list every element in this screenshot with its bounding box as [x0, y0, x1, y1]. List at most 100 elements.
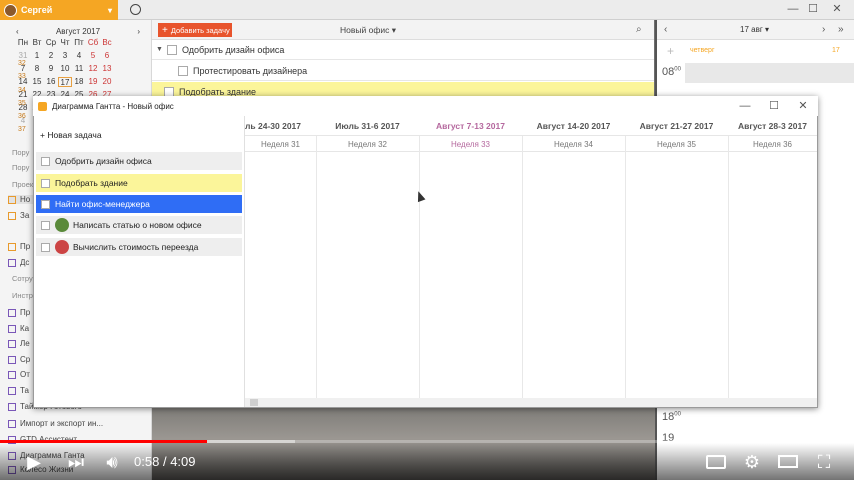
sidebar-item[interactable]: Пору — [12, 148, 29, 157]
sidebar-item[interactable]: Импорт и экспорт ин... — [8, 419, 103, 428]
task-checkbox[interactable] — [164, 86, 174, 97]
gantt-task-row[interactable]: Написать статью о новом офисе — [36, 216, 242, 234]
task-row[interactable]: Протестировать дизайнера — [152, 61, 654, 81]
sidebar-item[interactable]: Ле — [8, 339, 30, 348]
all-day-slot[interactable] — [685, 63, 854, 83]
gantt-week-label: Неделя 34 — [553, 140, 594, 149]
sidebar-item[interactable]: Та — [8, 386, 29, 395]
gantt-task-label: Одобрить дизайн офиса — [55, 156, 152, 166]
prev-day-icon[interactable]: ‹ — [664, 24, 667, 35]
project-title[interactable]: Новый офис ▾ — [340, 25, 396, 36]
maximize-icon[interactable]: ☐ — [806, 2, 820, 16]
task-checkbox[interactable] — [41, 220, 50, 230]
task-row[interactable]: ▼ Одобрить дизайн офиса — [152, 40, 654, 60]
sidebar-item[interactable]: Проек — [12, 180, 33, 189]
gantt-task-label: Вычислить стоимость переезда — [73, 242, 199, 252]
calendar-day[interactable]: 2 — [44, 51, 58, 61]
sidebar-item[interactable]: За — [8, 211, 29, 220]
week-number: 37 — [18, 126, 26, 134]
maximize-icon[interactable]: ☐ — [767, 99, 781, 113]
sidebar-item[interactable]: Пр — [8, 242, 30, 251]
sidebar-item[interactable]: Пр — [8, 308, 30, 317]
add-task-button[interactable]: + Добавить задачу — [158, 23, 232, 37]
next-icon[interactable]: ⏭ — [64, 452, 88, 472]
time-total: 4:09 — [170, 454, 196, 469]
sidebar-item-icon — [8, 211, 16, 220]
gantt-task-row[interactable]: Вычислить стоимость переезда — [36, 238, 242, 256]
sidebar-item[interactable]: Дс — [8, 258, 29, 267]
calendar-day[interactable]: 8 — [30, 64, 44, 74]
calendar-week-numbers: 32 33 34 35 36 37 — [18, 57, 26, 137]
scrollbar-thumb[interactable] — [250, 399, 258, 406]
hour-minutes: 00 — [674, 411, 681, 418]
calendar-day[interactable]: 12 — [86, 64, 100, 74]
sidebar-item[interactable]: Инстр — [12, 291, 33, 300]
task-checkbox[interactable] — [41, 242, 50, 252]
play-icon[interactable]: ▶ — [22, 452, 46, 472]
day-number: 17 — [832, 47, 840, 54]
calendar-day[interactable]: 17 — [58, 77, 72, 87]
last-day-icon[interactable]: » — [838, 24, 844, 35]
prev-month-icon[interactable]: ‹ — [16, 27, 19, 36]
fullscreen-icon[interactable]: ⛶ — [812, 452, 836, 472]
next-day-icon[interactable]: › — [822, 24, 825, 35]
close-icon[interactable]: ✕ — [830, 2, 844, 16]
plus-icon: + — [162, 24, 168, 36]
minimize-icon[interactable]: — — [786, 2, 800, 16]
sidebar-item[interactable]: Ка — [8, 324, 29, 333]
task-checkbox[interactable] — [41, 156, 50, 166]
task-checkbox[interactable] — [41, 178, 50, 188]
calendar-day[interactable]: 11 — [72, 64, 86, 74]
weekday-label: Пт — [74, 38, 84, 47]
calendar-day[interactable]: 3 — [58, 51, 72, 61]
close-icon[interactable]: ✕ — [796, 99, 810, 113]
sidebar-item[interactable]: Пору — [12, 163, 29, 172]
subtitles-icon[interactable] — [706, 455, 726, 469]
assignee-avatar — [55, 240, 69, 254]
sync-icon[interactable] — [130, 4, 141, 15]
gantt-task-row[interactable]: Подобрать здание — [36, 174, 242, 192]
calendar-day[interactable]: 13 — [100, 64, 114, 74]
sidebar-item-icon — [8, 370, 16, 379]
calendar-day[interactable]: 9 — [44, 64, 58, 74]
next-month-icon[interactable]: › — [137, 27, 140, 36]
calendar-day[interactable]: 18 — [72, 77, 86, 87]
day-view-date[interactable]: 17 авг ▾ — [740, 25, 769, 34]
sidebar-item[interactable]: Ср — [8, 355, 30, 364]
gantt-task-row[interactable]: Одобрить дизайн офиса — [36, 152, 242, 170]
calendar-day[interactable]: 16 — [44, 77, 58, 87]
calendar-day[interactable]: 19 — [86, 77, 100, 87]
sidebar-item[interactable]: Сотру — [12, 274, 33, 283]
task-checkbox[interactable] — [166, 44, 177, 55]
horizontal-scrollbar[interactable] — [245, 398, 817, 407]
minimize-icon[interactable]: — — [738, 99, 752, 113]
time-current: 0:58 — [134, 454, 160, 469]
sidebar-item-icon — [8, 386, 16, 395]
video-time: 0:58 / 4:09 — [134, 454, 196, 469]
task-label: Одобрить дизайн офиса — [181, 44, 285, 55]
new-task-button[interactable]: + Новая задача — [40, 130, 102, 140]
volume-icon[interactable]: 🔊︎ — [100, 452, 124, 472]
calendar-day[interactable]: 6 — [100, 51, 114, 61]
calendar-day[interactable]: 20 — [100, 77, 114, 87]
calendar-day[interactable]: 4 — [72, 51, 86, 61]
calendar-day[interactable]: 10 — [58, 64, 72, 74]
sidebar-item[interactable]: От — [8, 370, 30, 379]
video-progress-played[interactable] — [0, 440, 207, 443]
theater-mode-icon[interactable] — [778, 455, 798, 468]
calendar-day[interactable]: 15 — [30, 77, 44, 87]
gantt-task-row[interactable]: Найти офис-менеджера — [36, 195, 242, 213]
collapse-icon[interactable]: ▼ — [156, 46, 163, 53]
task-checkbox[interactable] — [41, 199, 50, 209]
sidebar-item-icon — [8, 242, 16, 251]
gantt-period-label: Июль 31-6 2017 — [335, 121, 400, 131]
chevron-down-icon: ▾ — [391, 25, 396, 35]
calendar-day[interactable]: 5 — [86, 51, 100, 61]
settings-icon[interactable]: ⚙ — [740, 452, 764, 472]
calendar-day[interactable]: 1 — [30, 51, 44, 61]
user-menu[interactable]: Сергей ▾ — [0, 0, 118, 20]
sidebar-item-label: Импорт и экспорт ин... — [20, 419, 104, 428]
add-event-icon[interactable]: + — [667, 44, 674, 58]
task-checkbox[interactable] — [178, 65, 188, 76]
search-icon[interactable]: ⌕ — [636, 24, 642, 35]
